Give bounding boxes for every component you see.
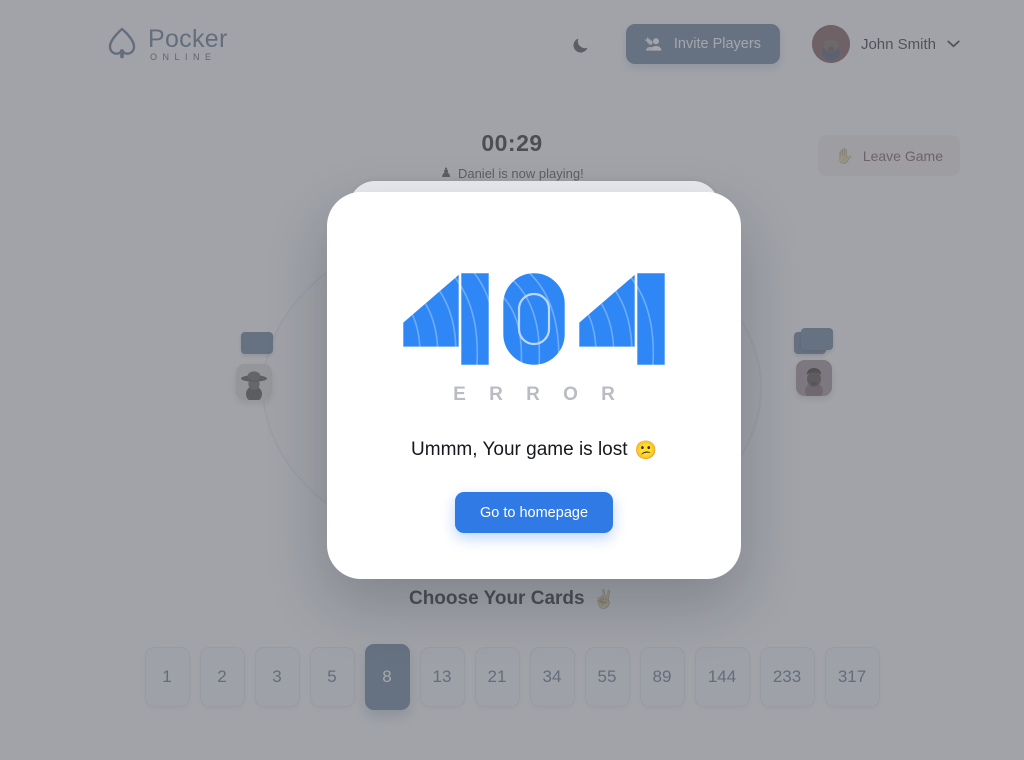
error-message-text: Ummm, Your game is lost [411,439,628,460]
error-modal: E R R O R Ummm, Your game is lost 😕 Go t… [327,192,741,579]
go-to-homepage-button[interactable]: Go to homepage [454,492,614,533]
error-word: E R R O R [453,384,624,405]
error-message: Ummm, Your game is lost 😕 [411,439,657,461]
404-graphic [398,192,670,368]
confused-face-icon: 😕 [634,439,657,460]
error-modal-shell: E R R O R Ummm, Your game is lost 😕 Go t… [327,181,741,579]
